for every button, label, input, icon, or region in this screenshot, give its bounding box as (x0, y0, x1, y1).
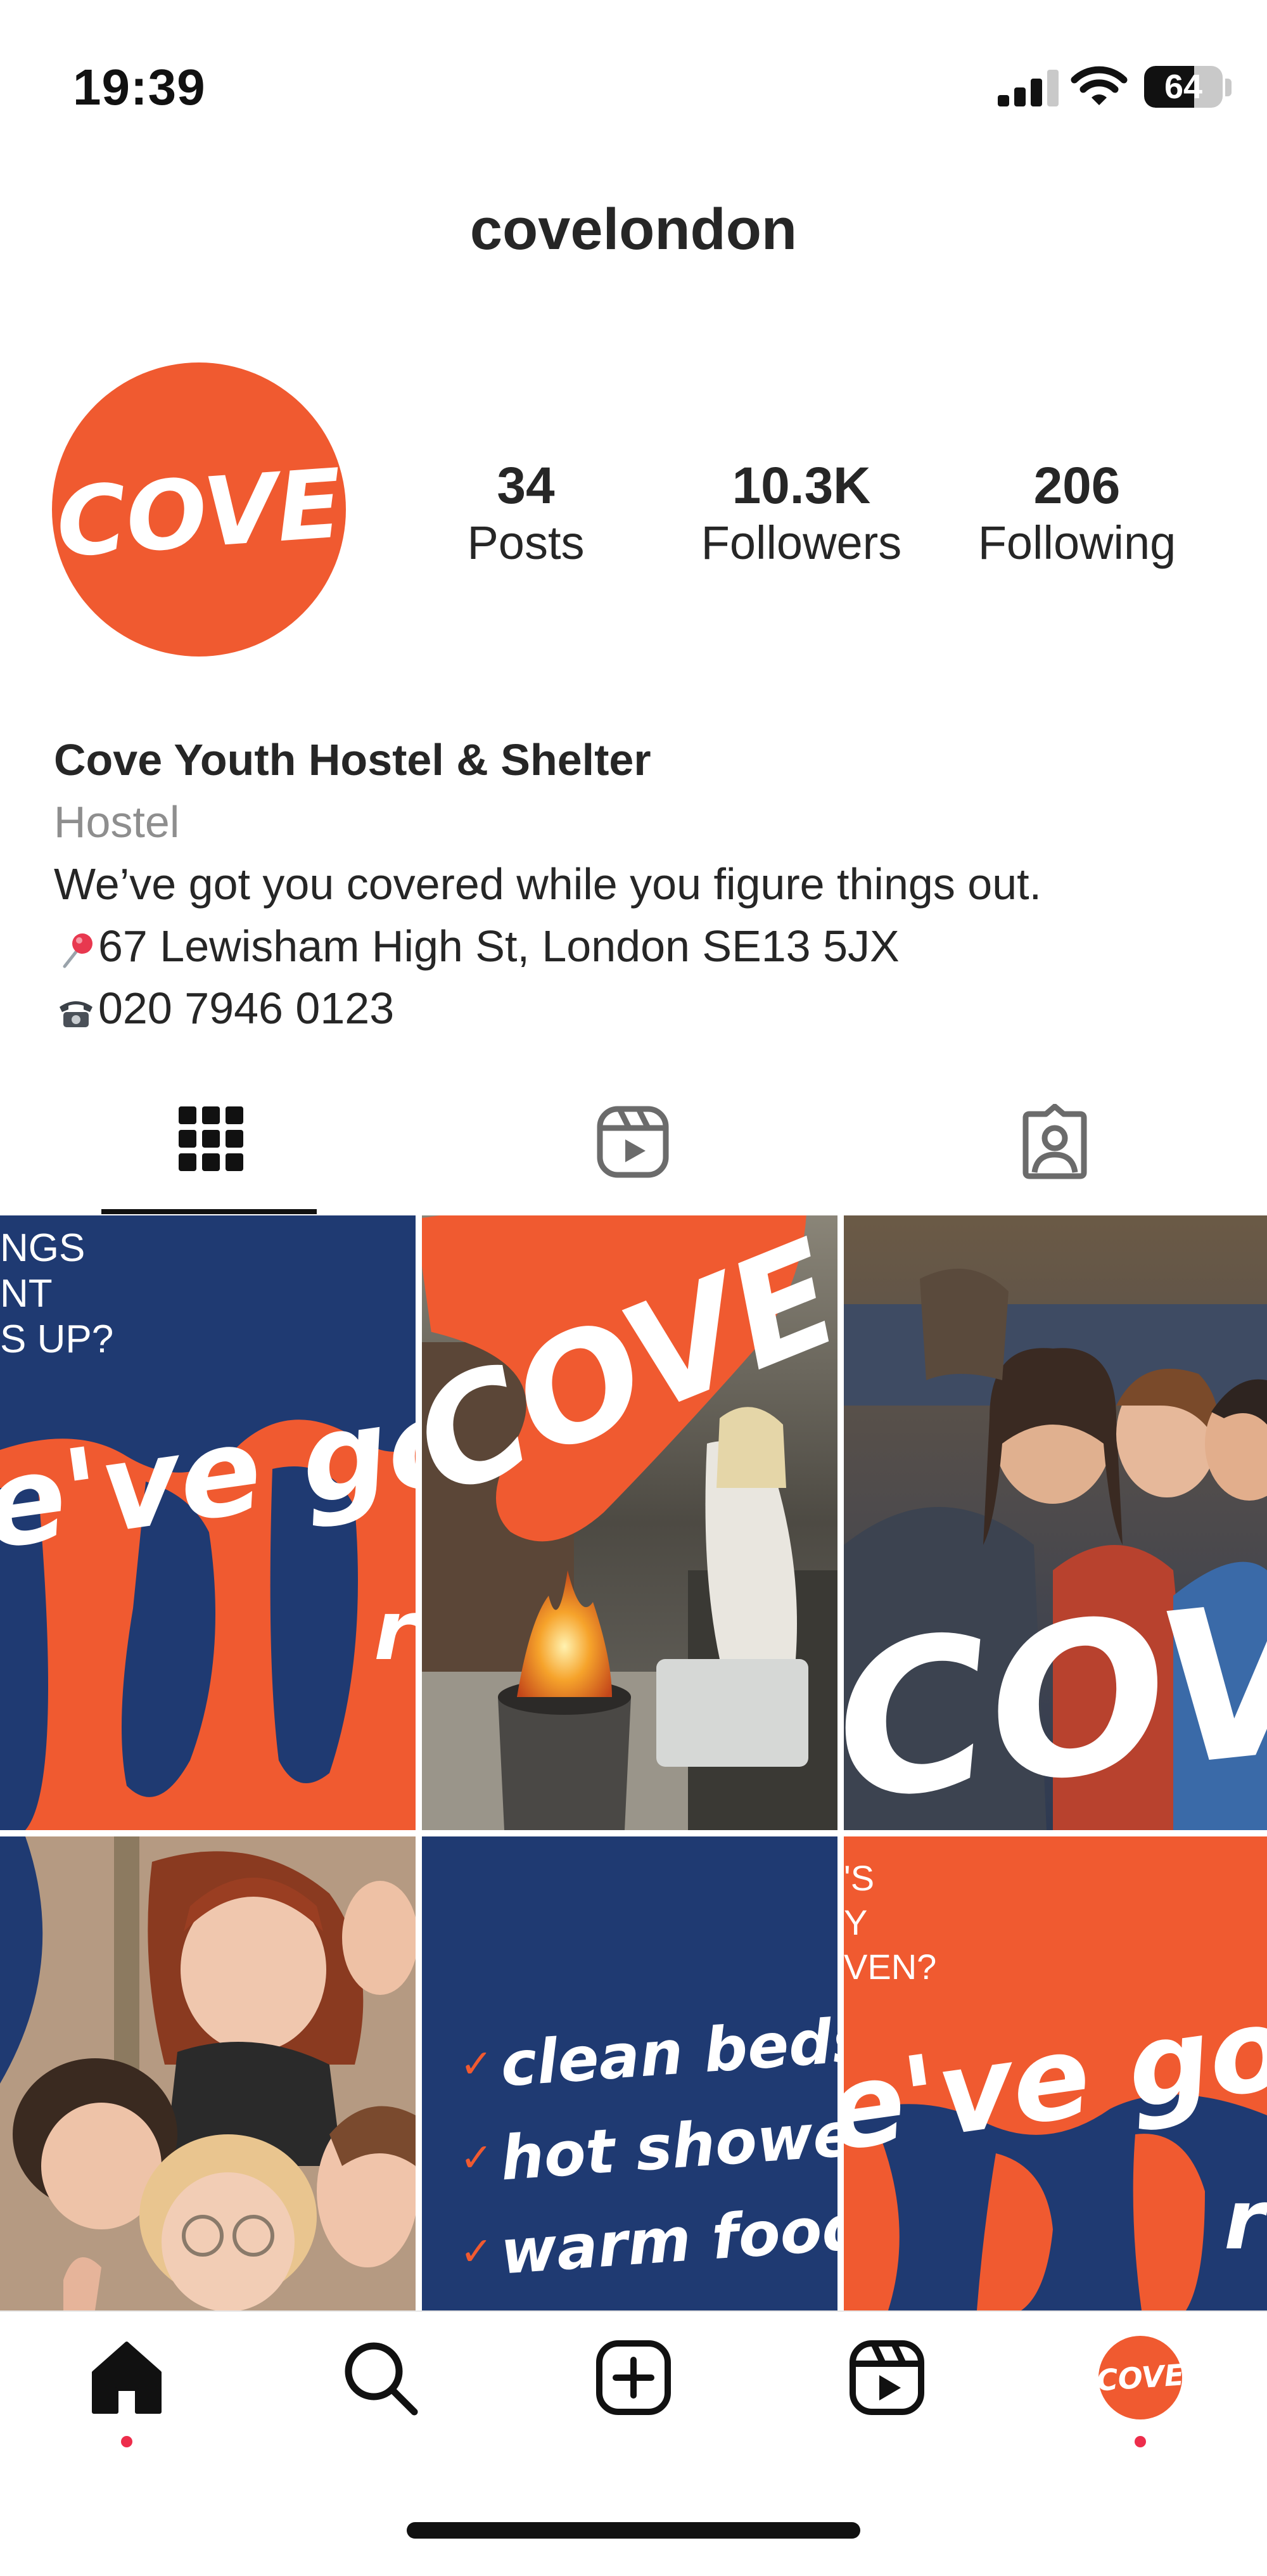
post-6-top-line-3: VEN? (844, 1947, 936, 1987)
post-tile-4[interactable] (0, 1836, 416, 2310)
reels-icon (850, 2340, 924, 2415)
grid-icon (179, 1106, 243, 1171)
post-1-top-line-1: NGS (0, 1226, 85, 1270)
battery-cap (1225, 79, 1232, 96)
post-tile-2[interactable]: COVE (422, 1215, 837, 1830)
post-tile-5[interactable]: ✓ clean beds ✓ hot showers ✓ warm food (422, 1836, 837, 2310)
post-1-script-fragment: r (374, 1582, 416, 1679)
post-5-item-1: clean beds (499, 2004, 837, 2100)
profile-avatar[interactable]: COVE (52, 362, 346, 657)
post-6-top-line-2: Y (844, 1902, 867, 1942)
home-notification-dot (121, 2436, 132, 2447)
active-tab-indicator (101, 1209, 317, 1214)
nav-profile-logo-text: COVE (1096, 2357, 1185, 2398)
bio-phone[interactable]: 020 7946 0123 (54, 977, 1232, 1039)
check-icon: ✓ (460, 2228, 493, 2274)
check-icon: ✓ (460, 2134, 493, 2181)
tagged-person-icon (1022, 1104, 1087, 1179)
plus-square-icon (596, 2340, 671, 2415)
bio-tagline: We’ve got you covered while you figure t… (54, 859, 1042, 909)
tab-tagged[interactable] (844, 1090, 1266, 1217)
nav-home[interactable] (0, 2312, 253, 2457)
check-icon: ✓ (460, 2041, 493, 2087)
round-pushpin-icon (63, 933, 92, 968)
post-tile-3[interactable]: COV (844, 1215, 1267, 1830)
profile-bio: Cove Youth Hostel & Shelter Hostel We’ve… (54, 729, 1232, 1039)
avatar-logo-text: COVE (53, 449, 346, 579)
nav-reels[interactable] (760, 2312, 1014, 2457)
post-6-top-line-1: 'S (844, 1858, 874, 1898)
post-tile-1[interactable]: NGS NT S UP? e've got y r (0, 1215, 416, 1830)
bio-address-text: 67 Lewisham High St, London SE13 5JX (98, 921, 900, 971)
post-tile-6[interactable]: 'S Y VEN? e've got y r (844, 1836, 1267, 2310)
home-icon (92, 2342, 162, 2414)
posts-count-label: Posts (467, 516, 585, 570)
bio-phone-text: 020 7946 0123 (98, 984, 395, 1033)
battery-icon: 64 (1144, 66, 1223, 108)
cellular-signal-icon (998, 68, 1059, 106)
following-count-label: Following (977, 516, 1176, 570)
post-5-item-2: hot showers (499, 2094, 837, 2195)
post-1-top-line-3: S UP? (0, 1317, 113, 1361)
nav-profile[interactable]: COVE (1014, 2312, 1267, 2457)
post-5-checklist: ✓ clean beds ✓ hot showers ✓ warm food (460, 2004, 837, 2288)
status-bar: 19:39 64 (0, 0, 1267, 165)
following-count-value: 206 (1033, 457, 1121, 515)
followers-count-label: Followers (701, 516, 902, 570)
profile-avatar-icon: COVE (1096, 2336, 1185, 2419)
nav-create[interactable] (507, 2312, 760, 2457)
bio-display-name: Cove Youth Hostel & Shelter (54, 735, 651, 785)
bio-category[interactable]: Hostel (54, 791, 1232, 853)
wifi-icon (1071, 66, 1128, 105)
profile-content-tabs (0, 1090, 1267, 1217)
following-count[interactable]: 206 Following (963, 456, 1191, 570)
tab-posts-grid[interactable] (0, 1090, 422, 1217)
status-time: 19:39 (73, 59, 206, 115)
home-indicator[interactable] (407, 2522, 860, 2539)
posts-count-value: 34 (497, 457, 555, 515)
profile-username[interactable]: covelondon (0, 196, 1267, 263)
bottom-navigation-bar: COVE (0, 2310, 1267, 2456)
telephone-icon (60, 1001, 92, 1027)
bio-address[interactable]: 67 Lewisham High St, London SE13 5JX (54, 915, 1232, 977)
followers-count[interactable]: 10.3K Followers (691, 456, 912, 570)
post-6-script-fragment: r (1224, 2172, 1267, 2268)
followers-count-value: 10.3K (732, 457, 871, 515)
posts-count[interactable]: 34 Posts (431, 456, 621, 570)
cove-logo: COVE (53, 449, 346, 579)
posts-grid: NGS NT S UP? e've got y r (0, 1215, 1267, 2310)
post-1-top-line-2: NT (0, 1272, 53, 1316)
post-5-item-3: warm food (498, 2191, 837, 2288)
battery-level-text: 64 (1164, 68, 1203, 106)
profile-notification-dot (1135, 2436, 1146, 2447)
search-icon (345, 2342, 418, 2416)
tab-reels[interactable] (422, 1090, 844, 1217)
nav-search[interactable] (253, 2312, 507, 2457)
reels-icon (597, 1106, 669, 1178)
